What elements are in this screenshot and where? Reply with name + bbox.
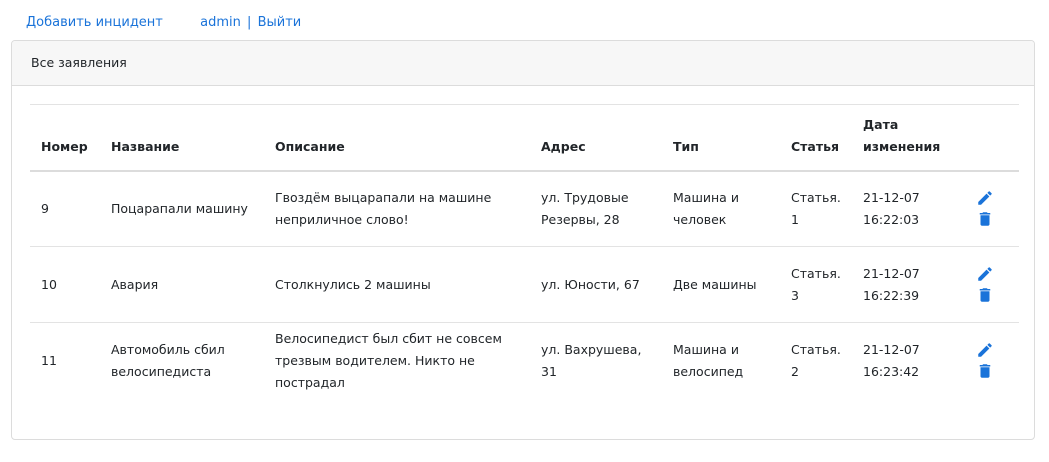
cell-address: ул. Трудовые Резервы, 28 — [541, 189, 629, 227]
header-actions — [958, 105, 1019, 171]
cell-description: Столкнулись 2 машины — [275, 276, 431, 292]
cell-name: Поцарапали машину — [111, 200, 248, 216]
trash-icon[interactable] — [976, 210, 994, 228]
nav-separator: | — [247, 15, 252, 30]
cell-type: Машина и велосипед — [673, 341, 744, 379]
incidents-card: Все заявления Номер Название Описание Ад… — [11, 40, 1035, 440]
cell-date-day: 21-12-07 — [863, 189, 920, 205]
header-type: Тип — [673, 138, 699, 154]
table-row: 9 Поцарапали машину Гвоздём выцарапали н… — [30, 171, 1019, 247]
pencil-icon[interactable] — [976, 265, 994, 283]
cell-number: 11 — [41, 352, 57, 368]
cell-date-time: 16:23:42 — [863, 363, 920, 379]
user-link[interactable]: admin — [200, 15, 241, 30]
header-address: Адрес — [541, 138, 586, 154]
header-date: Дата изменения — [852, 105, 958, 171]
cell-date-time: 16:22:39 — [863, 287, 920, 303]
pencil-icon[interactable] — [976, 341, 994, 359]
header-date-line1: Дата — [863, 116, 899, 132]
cell-name: Автомобиль сбил велосипедиста — [111, 341, 225, 379]
top-nav: Добавить инцидент admin | Выйти — [26, 14, 301, 32]
cell-name: Авария — [111, 276, 159, 292]
card-header: Все заявления — [12, 41, 1034, 86]
cell-actions — [958, 171, 1019, 247]
cell-date-day: 21-12-07 — [863, 341, 920, 357]
cell-date-day: 21-12-07 — [863, 265, 920, 281]
incidents-table: Номер Название Описание Адрес Тип Статья… — [30, 104, 1019, 399]
table-row: 10 Авария Столкнулись 2 машины ул. Юност… — [30, 247, 1019, 323]
cell-actions — [958, 323, 1019, 399]
table-header-row: Номер Название Описание Адрес Тип Статья… — [30, 104, 1019, 171]
cell-address: ул. Вахрушева, 31 — [541, 341, 642, 379]
cell-description: Велосипедист был сбит не совсем трезвым … — [275, 330, 502, 390]
header-date-line2: изменения — [863, 138, 941, 154]
cell-number: 9 — [41, 200, 49, 216]
cell-address: ул. Юности, 67 — [541, 276, 640, 292]
logout-link[interactable]: Выйти — [258, 15, 302, 30]
cell-article: Статья. 2 — [791, 341, 841, 379]
cell-type: Две машины — [673, 276, 757, 292]
cell-date: 21-12-07 16:22:39 — [852, 247, 958, 323]
card-title: Все заявления — [31, 55, 127, 70]
pencil-icon[interactable] — [976, 189, 994, 207]
header-description: Описание — [275, 138, 345, 154]
cell-article: Статья. 1 — [791, 189, 841, 227]
table-row: 11 Автомобиль сбил велосипедиста Велосип… — [30, 323, 1019, 399]
header-name: Название — [111, 138, 180, 154]
cell-number: 10 — [41, 276, 57, 292]
header-article: Статья — [791, 138, 840, 154]
header-number: Номер — [41, 138, 88, 154]
cell-actions — [958, 247, 1019, 323]
cell-description: Гвоздём выцарапали на машине неприличное… — [275, 189, 492, 227]
add-incident-link[interactable]: Добавить инцидент — [26, 15, 163, 30]
trash-icon[interactable] — [976, 362, 994, 380]
cell-date: 21-12-07 16:22:03 — [852, 171, 958, 247]
cell-date: 21-12-07 16:23:42 — [852, 323, 958, 399]
cell-article: Статья. 3 — [791, 265, 841, 303]
cell-date-time: 16:22:03 — [863, 211, 920, 227]
trash-icon[interactable] — [976, 286, 994, 304]
cell-type: Машина и человек — [673, 189, 739, 227]
